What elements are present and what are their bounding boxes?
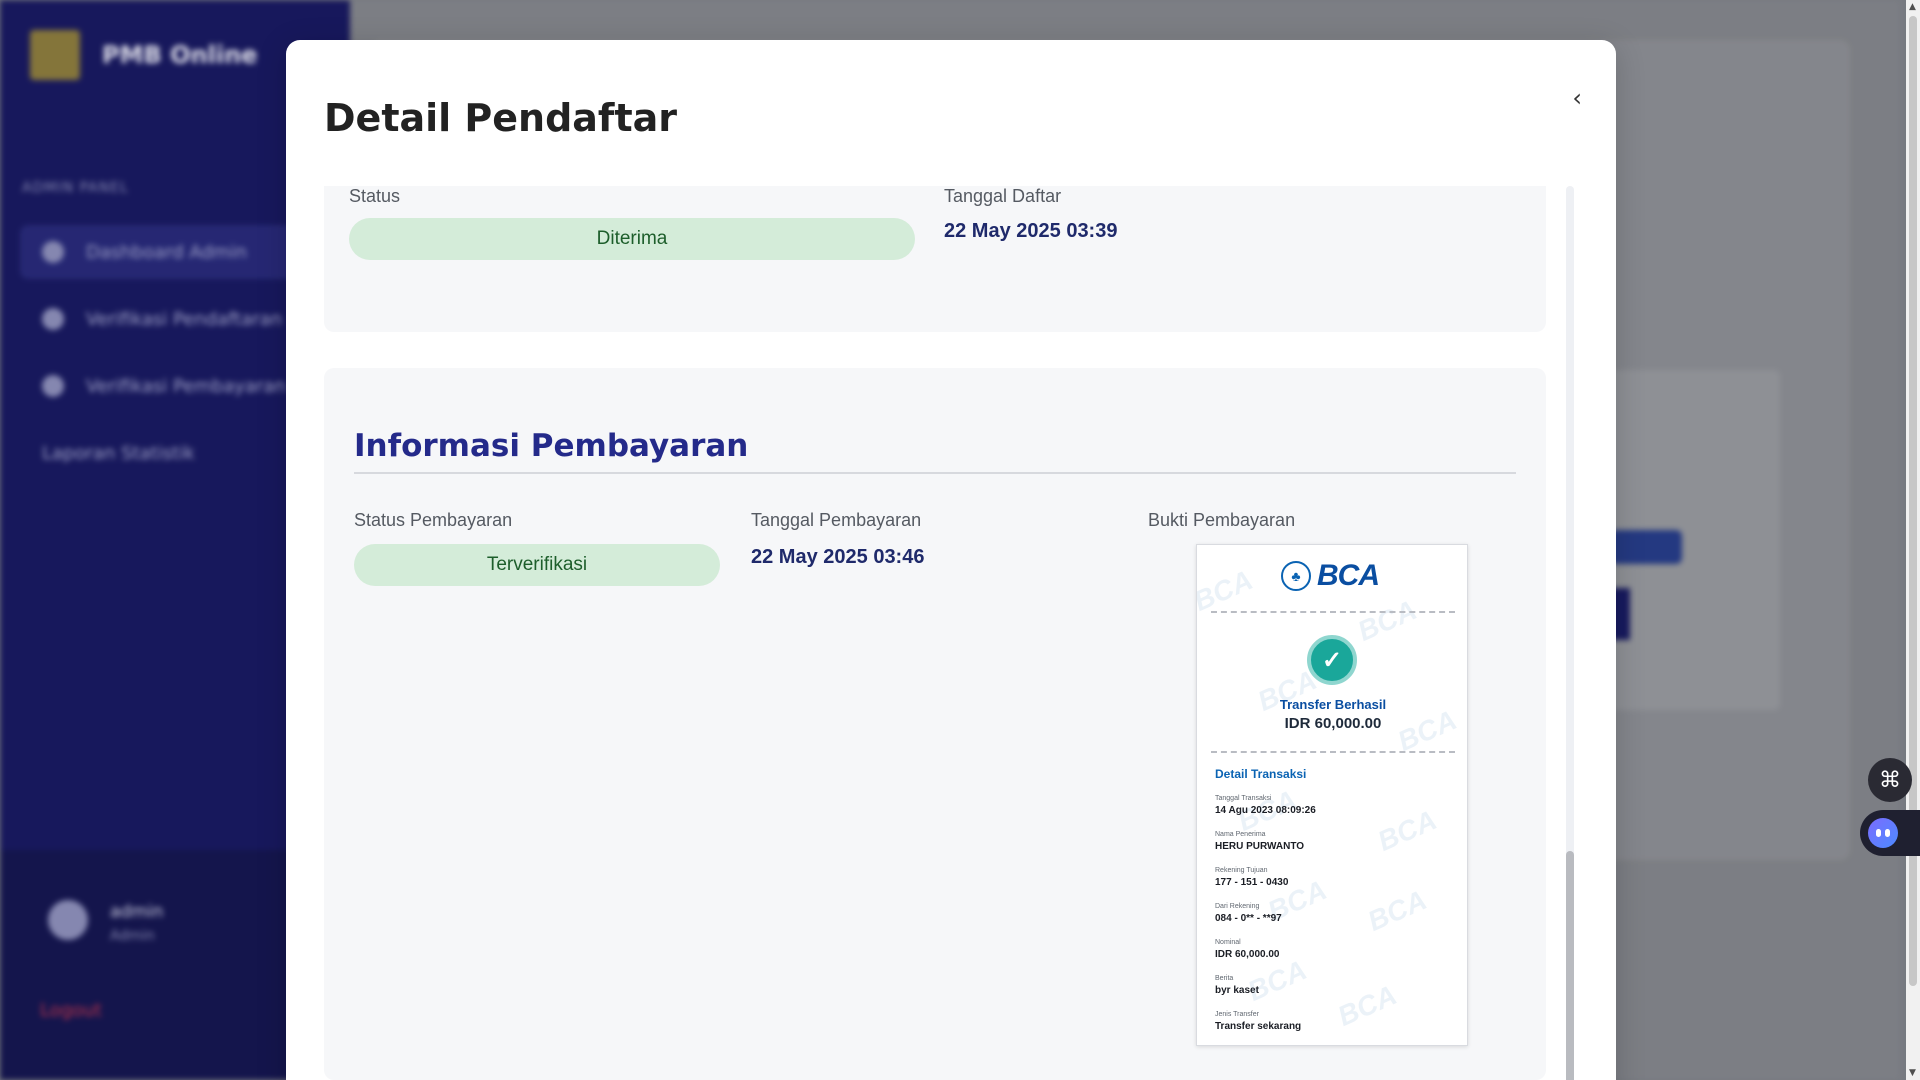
divider bbox=[354, 472, 1516, 474]
field-value: 14 Agu 2023 08:09:26 bbox=[1215, 805, 1316, 816]
receipt-field: Dari Rekening 084 - 0** - **97 bbox=[1215, 903, 1282, 924]
watermark: BCA bbox=[1353, 594, 1422, 648]
payment-proof-label: Bukti Pembayaran bbox=[1148, 510, 1296, 530]
payment-status-badge: Terverifikasi bbox=[354, 544, 720, 586]
field-value: IDR 60,000.00 bbox=[1215, 949, 1280, 960]
tanggal-daftar-value: 22 May 2025 03:39 bbox=[944, 220, 1118, 242]
status-label: Status bbox=[349, 186, 401, 206]
scrollbar-thumb[interactable] bbox=[1566, 851, 1574, 1080]
field-value: byr kaset bbox=[1215, 985, 1259, 996]
receipt-field: Nama Penerima HERU PURWANTO bbox=[1215, 831, 1304, 852]
payment-proof-image[interactable]: BCA BCA BCA BCA BCA BCA BCA BCA BCA BCA … bbox=[1196, 544, 1468, 1046]
receipt-field: Rekening Tujuan 177 - 151 - 0430 bbox=[1215, 867, 1288, 888]
field-key: Dari Rekening bbox=[1215, 903, 1260, 910]
modal-title: Detail Pendaftar bbox=[324, 96, 678, 140]
modal-body: Status Diterima Tanggal Daftar 22 May 20… bbox=[324, 186, 1546, 1080]
payment-status-label: Status Pembayaran bbox=[354, 510, 513, 530]
field-value: HERU PURWANTO bbox=[1215, 841, 1305, 852]
field-key: Berita bbox=[1215, 975, 1234, 982]
scroll-down-icon[interactable]: ▼ bbox=[1909, 1068, 1916, 1078]
detail-pendaftar-modal: Detail Pendaftar ‹ Status Diterima Tangg… bbox=[286, 40, 1616, 1080]
field-value: Transfer sekarang bbox=[1215, 1021, 1302, 1032]
status-badge: Diterima bbox=[349, 218, 915, 260]
bank-logo-icon: ♣ bbox=[1281, 561, 1311, 591]
field-value: 177 - 151 - 0430 bbox=[1215, 877, 1289, 888]
transfer-amount: IDR 60,000.00 bbox=[1284, 715, 1382, 732]
bot-icon bbox=[1868, 818, 1898, 848]
page-scrollbar[interactable]: ▲ ▼ bbox=[1906, 0, 1920, 1080]
field-value: 084 - 0** - **97 bbox=[1215, 913, 1282, 924]
close-icon[interactable]: ‹ bbox=[1572, 84, 1582, 112]
divider bbox=[1211, 611, 1455, 613]
watermark: BCA bbox=[1196, 564, 1258, 618]
registration-panel: Status Diterima Tanggal Daftar 22 May 20… bbox=[324, 186, 1546, 332]
watermark: BCA bbox=[1333, 979, 1402, 1033]
bank-name: BCA bbox=[1317, 559, 1380, 592]
divider bbox=[1211, 751, 1455, 753]
field-key: Jenis Transfer bbox=[1215, 1011, 1259, 1018]
payment-panel: Informasi Pembayaran Status Pembayaran T… bbox=[324, 368, 1546, 1080]
check-icon: ✓ bbox=[1307, 635, 1357, 685]
receipt-field: Jenis Transfer Transfer sekarang bbox=[1215, 1011, 1301, 1032]
payment-date-value: 22 May 2025 03:46 bbox=[751, 546, 925, 568]
modal-scrollbar[interactable] bbox=[1566, 186, 1574, 1080]
field-key: Rekening Tujuan bbox=[1215, 867, 1268, 874]
assistant-bot-button[interactable] bbox=[1860, 810, 1920, 856]
detail-title: Detail Transaksi bbox=[1215, 767, 1307, 781]
watermark: BCA bbox=[1363, 884, 1432, 938]
receipt-field: Nominal IDR 60,000.00 bbox=[1215, 939, 1280, 960]
receipt-field: Tanggal Transaksi 14 Agu 2023 08:09:26 bbox=[1215, 795, 1316, 816]
scroll-up-icon[interactable]: ▲ bbox=[1909, 2, 1916, 12]
section-title: Informasi Pembayaran bbox=[354, 428, 749, 464]
watermark: BCA bbox=[1373, 804, 1442, 858]
tanggal-daftar-label: Tanggal Daftar bbox=[944, 186, 1062, 206]
transfer-result: Transfer Berhasil bbox=[1279, 697, 1387, 712]
payment-date-label: Tanggal Pembayaran bbox=[751, 510, 922, 530]
field-key: Nominal bbox=[1215, 939, 1241, 946]
field-key: Nama Penerima bbox=[1215, 831, 1266, 838]
receipt-field: Berita byr kaset bbox=[1215, 975, 1259, 996]
field-key: Tanggal Transaksi bbox=[1215, 795, 1272, 802]
bca-logo: ♣ BCA bbox=[1281, 559, 1380, 593]
apps-grid-icon[interactable]: ⌘ bbox=[1868, 758, 1912, 802]
